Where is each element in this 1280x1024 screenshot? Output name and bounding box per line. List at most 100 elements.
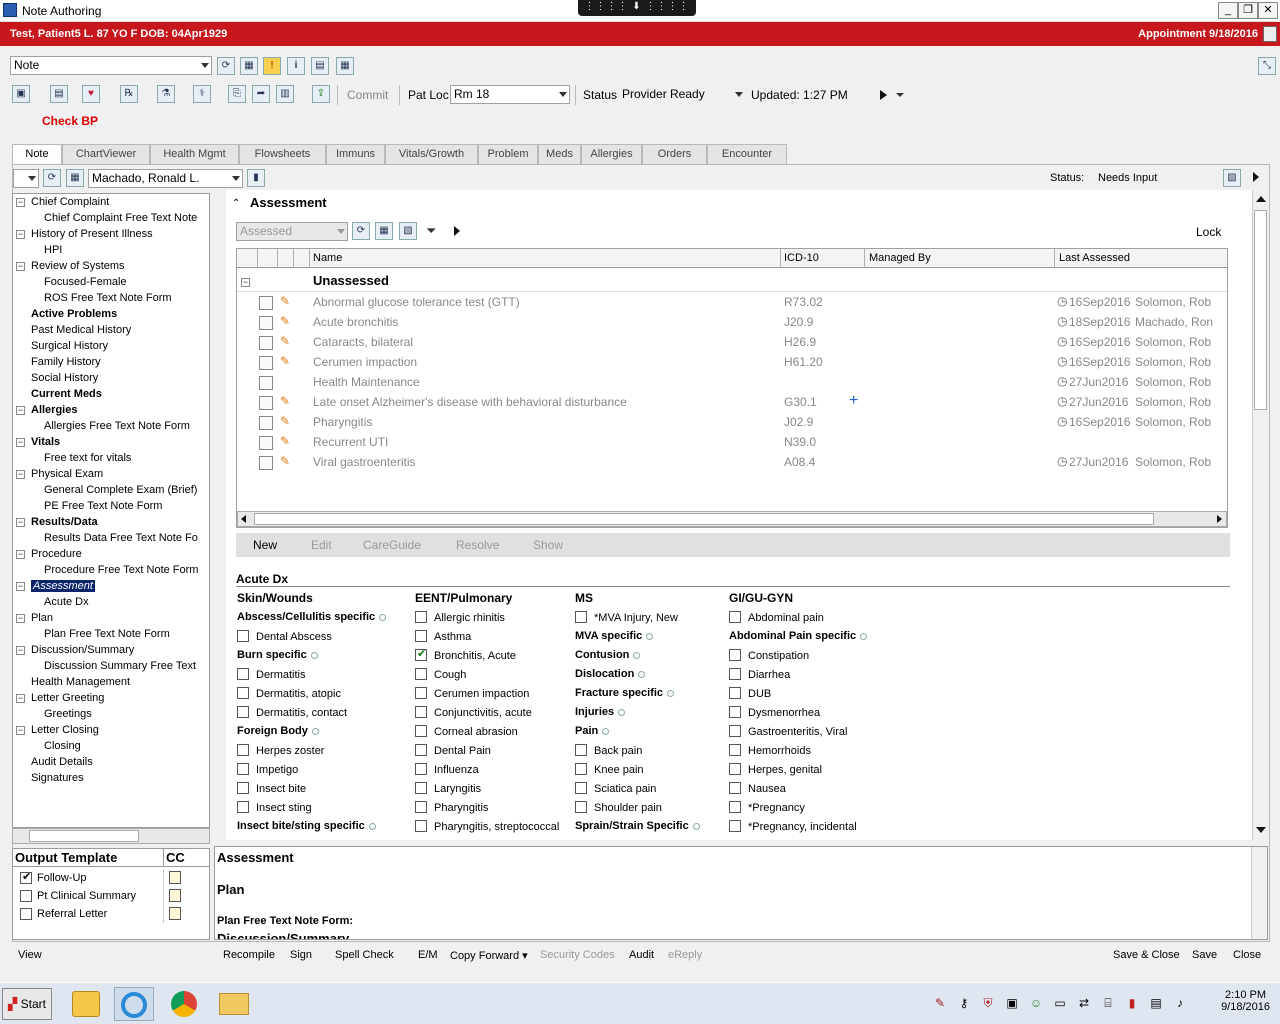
- edit-button[interactable]: Edit: [311, 538, 332, 552]
- copy-forward-button[interactable]: Copy Forward ▾: [450, 949, 528, 962]
- e-m-button[interactable]: E/M: [418, 949, 438, 961]
- dx-checkbox[interactable]: [415, 668, 427, 681]
- dx-checkbox[interactable]: [415, 725, 427, 738]
- content-vertical-scrollbar[interactable]: [1252, 190, 1268, 840]
- table-row[interactable]: ✎ Abnormal glucose tolerance test (GTT) R7…: [237, 293, 1227, 313]
- table-row[interactable]: ✎ Viral gastroenteritis A08.4 ◷ 27Jun2016 Sol…: [237, 453, 1227, 473]
- edit-pencil-icon[interactable]: ✎: [280, 455, 292, 467]
- display-icon[interactable]: ▤: [1148, 995, 1164, 1011]
- note-detail-icon[interactable]: [259, 356, 273, 370]
- tree-item-allergies[interactable]: Allergies: [31, 404, 77, 416]
- dx-checkbox[interactable]: [729, 687, 741, 700]
- tree-item-chief-complaint-free-text-note[interactable]: Chief Complaint Free Text Note: [44, 212, 197, 224]
- problem-name[interactable]: Acute bronchitis: [313, 315, 398, 329]
- expand-toggle-icon[interactable]: −: [16, 582, 25, 591]
- tab-meds[interactable]: Meds: [538, 144, 581, 164]
- user-icon[interactable]: ☺: [1028, 995, 1044, 1011]
- dx-item-mva-injury-new[interactable]: *MVA Injury, New: [575, 611, 678, 624]
- show-button[interactable]: Show: [533, 538, 563, 552]
- tree-item-focused-female[interactable]: Focused-Female: [44, 276, 127, 288]
- note-layout-icon[interactable]: ▣: [12, 85, 30, 103]
- outlook-icon[interactable]: [66, 987, 106, 1021]
- table-row[interactable]: ✎ Cerumen impaction H61.20 ◷ 16Sep2016 Solomo…: [237, 353, 1227, 373]
- expand-toggle-icon[interactable]: −: [16, 694, 25, 703]
- dx-item-pregnancy-incidental[interactable]: *Pregnancy, incidental: [729, 820, 857, 833]
- tab-orders[interactable]: Orders: [642, 144, 707, 164]
- key-icon[interactable]: ⚷: [956, 995, 972, 1011]
- dx-checkbox[interactable]: [729, 725, 741, 738]
- info-dot-icon[interactable]: [602, 727, 610, 735]
- tree-item-past-medical-history[interactable]: Past Medical History: [31, 324, 131, 336]
- calendar-icon[interactable]: ▦: [336, 57, 354, 75]
- pat-loc-select[interactable]: Rm 18: [450, 85, 570, 104]
- file-explorer-icon[interactable]: [214, 987, 254, 1021]
- refresh-icon[interactable]: ⟳: [217, 57, 235, 75]
- info-dot-icon[interactable]: [618, 708, 626, 716]
- ereply-button[interactable]: eReply: [668, 949, 702, 961]
- minimize-button[interactable]: _: [1218, 2, 1238, 19]
- dx-checkbox[interactable]: [729, 706, 741, 719]
- dx-item-cerumen-impaction[interactable]: Cerumen impaction: [415, 687, 529, 700]
- new-button[interactable]: New: [253, 538, 277, 552]
- tree-item-chief-complaint[interactable]: Chief Complaint: [31, 196, 109, 208]
- dx-checkbox[interactable]: [237, 630, 249, 643]
- dx-item-pharyngitis-streptococcal[interactable]: Pharyngitis, streptococcal: [415, 820, 559, 833]
- schedule-icon[interactable]: ▧: [399, 222, 417, 240]
- dx-item-insect-bite[interactable]: Insect bite: [237, 782, 306, 795]
- dx-item-constipation[interactable]: Constipation: [729, 649, 809, 662]
- dx-checkbox[interactable]: [415, 782, 427, 795]
- dx-item-insect-sting[interactable]: Insect sting: [237, 801, 312, 814]
- info-icon[interactable]: i: [287, 57, 305, 75]
- edit-pencil-icon[interactable]: ✎: [280, 435, 292, 447]
- problem-name[interactable]: Viral gastroenteritis: [313, 455, 416, 469]
- tree-item-ros-free-text-note-form[interactable]: ROS Free Text Note Form: [44, 292, 172, 304]
- dx-item-allergic-rhinitis[interactable]: Allergic rhinitis: [415, 611, 505, 624]
- problem-name[interactable]: Abnormal glucose tolerance test (GTT): [313, 295, 520, 309]
- dx-checkbox[interactable]: [575, 611, 587, 624]
- expand-toggle-icon[interactable]: −: [16, 406, 25, 415]
- audit-button[interactable]: Audit: [629, 949, 654, 961]
- edit-pencil-icon[interactable]: ✎: [280, 295, 292, 307]
- dx-checkbox[interactable]: [237, 706, 249, 719]
- tree-item-family-history[interactable]: Family History: [31, 356, 101, 368]
- shield-icon[interactable]: ⛨: [980, 995, 996, 1011]
- sign-button[interactable]: Sign: [290, 949, 312, 961]
- resolve-button[interactable]: Resolve: [456, 538, 499, 552]
- dx-checkbox[interactable]: [237, 687, 249, 700]
- info-dot-icon[interactable]: [638, 670, 646, 678]
- edit-pencil-icon[interactable]: ✎: [280, 395, 292, 407]
- remote-session-bar[interactable]: ⋮⋮⋮⋮ ⬇ ⋮⋮⋮⋮: [578, 0, 696, 16]
- tab-note[interactable]: Note: [12, 144, 62, 165]
- col-header-managed-by[interactable]: Managed By: [869, 252, 931, 264]
- dx-checkbox[interactable]: [415, 763, 427, 776]
- layout-icon[interactable]: ▤: [311, 57, 329, 75]
- col-header-name[interactable]: Name: [313, 252, 342, 264]
- expand-panel-icon[interactable]: ⤡: [1258, 57, 1276, 75]
- copy-template-icon[interactable]: [169, 871, 181, 884]
- sync-icon[interactable]: ⇄: [1076, 995, 1092, 1011]
- tab-allergies[interactable]: Allergies: [581, 144, 642, 164]
- tree-item-health-management[interactable]: Health Management: [31, 676, 130, 688]
- view-button[interactable]: View: [18, 949, 42, 961]
- dx-item-dermatitis-atopic[interactable]: Dermatitis, atopic: [237, 687, 341, 700]
- scroll-right-icon[interactable]: [1217, 515, 1222, 523]
- table-row[interactable]: ✎ Recurrent UTI N39.0: [237, 433, 1227, 453]
- save-button[interactable]: Save: [1192, 949, 1217, 961]
- dx-checkbox[interactable]: [415, 611, 427, 624]
- stethoscope-icon[interactable]: ⚕: [193, 85, 211, 103]
- dx-checkbox[interactable]: [575, 763, 587, 776]
- table-row[interactable]: ✎ Acute bronchitis J20.9 ◷ 18Sep2016 Machado,…: [237, 313, 1227, 333]
- scroll-down-icon[interactable]: [1256, 827, 1266, 833]
- media-icon[interactable]: ▣: [1004, 995, 1020, 1011]
- dx-group-mva-specific[interactable]: MVA specific: [575, 630, 654, 642]
- dx-checkbox[interactable]: [729, 611, 741, 624]
- tree-item-active-problems[interactable]: Active Problems: [31, 308, 117, 320]
- dx-checkbox[interactable]: [415, 647, 427, 662]
- tree-item-general-complete-exam-brief[interactable]: General Complete Exam (Brief): [44, 484, 197, 496]
- dx-group-abscess-cellulitis-specific[interactable]: Abscess/Cellulitis specific: [237, 611, 387, 623]
- tree-item-plan[interactable]: Plan: [31, 612, 53, 624]
- info-dot-icon[interactable]: [646, 632, 654, 640]
- spell-check-button[interactable]: Spell Check: [335, 949, 394, 961]
- tree-item-allergies-free-text-note-form[interactable]: Allergies Free Text Note Form: [44, 420, 190, 432]
- tree-item-acute-dx[interactable]: Acute Dx: [44, 596, 89, 608]
